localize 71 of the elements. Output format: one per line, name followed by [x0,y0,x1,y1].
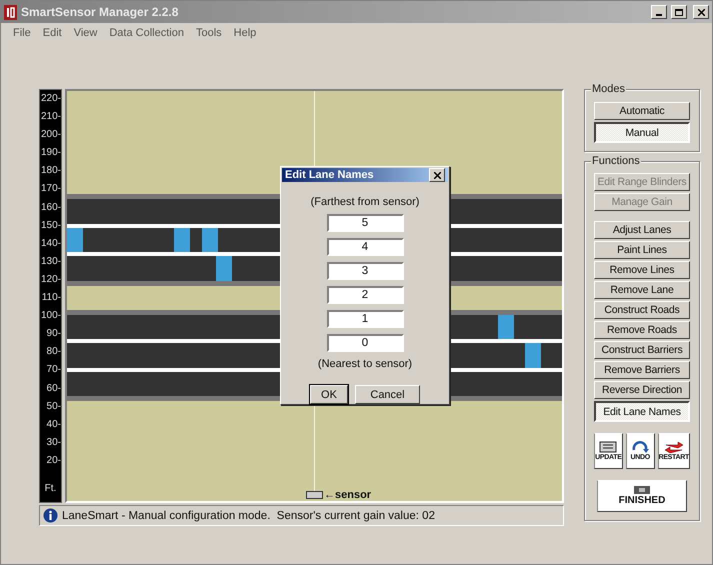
axis-label: 110- [42,291,61,306]
function-button[interactable]: Edit Lane Names [594,401,690,422]
axis-label: 30- [46,436,61,450]
lane-name-field[interactable]: 5 [326,214,404,232]
function-button[interactable]: Remove Roads [594,321,690,339]
menu-item[interactable]: Tools [190,27,228,45]
axis-label: 120- [40,272,61,287]
axis-label: 160- [40,200,61,215]
close-icon [698,8,704,16]
function-button[interactable]: Reverse Direction [594,381,690,399]
dialog-button[interactable]: Cancel [355,385,420,404]
mode-button[interactable]: Manual [594,122,690,143]
close-button[interactable] [429,168,445,182]
lane-name-field[interactable]: 4 [326,238,404,256]
lane-name-field[interactable]: 0 [326,334,404,352]
axis-label: 100- [40,309,61,324]
axis-label: 200- [40,128,61,142]
close-icon [434,172,440,178]
arrows-icon [662,441,685,453]
menu-item[interactable]: Edit [36,27,68,45]
axis-label: 170- [40,182,61,196]
axis-label: 20- [46,454,61,468]
axis-label: 80- [46,345,61,360]
window-title: SmartSensor Manager 2.2.8 [21,5,180,19]
hint-text: (Farthest from sensor) [310,196,420,208]
mode-button[interactable]: Automatic [594,102,690,120]
axis-label: 50- [46,400,61,414]
menu-item[interactable]: View [68,27,104,45]
document-icon [598,441,618,453]
axis-label: 220- [40,92,61,106]
minimize-button[interactable] [651,5,667,19]
axis-label: 130- [40,254,61,269]
dialog-button[interactable]: OK [310,385,348,404]
group-title: Modes [591,83,626,95]
finished-button[interactable]: FINISHED [597,480,687,512]
axis-label: 150- [40,218,61,233]
menu-item[interactable]: Help [228,27,262,45]
sensor-label: ←sensor [324,489,372,501]
function-button[interactable]: Construct Barriers [594,341,690,359]
function-button[interactable]: Adjust Lanes [594,221,690,239]
axis-label: 60- [46,382,61,396]
maximize-icon [675,8,683,16]
undo-arrow-icon [630,441,650,453]
info-icon [43,508,58,523]
hint-text: (Nearest to sensor) [318,358,412,370]
function-button[interactable]: Remove Barriers [594,361,690,379]
function-button[interactable]: Remove Lane [594,281,690,299]
axis-label: 40- [46,418,61,432]
maximize-button[interactable] [671,5,687,19]
function-button[interactable]: Paint Lines [594,241,690,259]
status-text: LaneSmart - Manual configuration mode. Sensor's current gain value: 02 [62,510,435,522]
axis-label: 90- [46,327,61,342]
device-icon [633,486,651,494]
axis-label: 140- [40,236,61,251]
menu-item[interactable]: File [7,27,37,45]
close-button[interactable] [693,5,709,19]
lane-name-field[interactable]: 3 [326,262,404,280]
function-button[interactable]: Remove Lines [594,261,690,279]
axis-label: 190- [40,146,61,160]
sensor-icon [306,491,323,499]
lane-name-field[interactable]: 1 [326,310,404,328]
axis-label: 180- [40,164,61,178]
axis-unit: Ft. [44,483,56,494]
axis-label: 210- [40,110,61,124]
axis-label: 70- [46,363,61,378]
group-title: Functions [591,155,641,167]
menu-item[interactable]: Data Collection [103,27,190,45]
dialog-title: Edit Lane Names [285,169,375,181]
function-button[interactable]: Construct Roads [594,301,690,319]
app-logo-icon [4,4,17,20]
lane-name-field[interactable]: 2 [326,286,404,304]
